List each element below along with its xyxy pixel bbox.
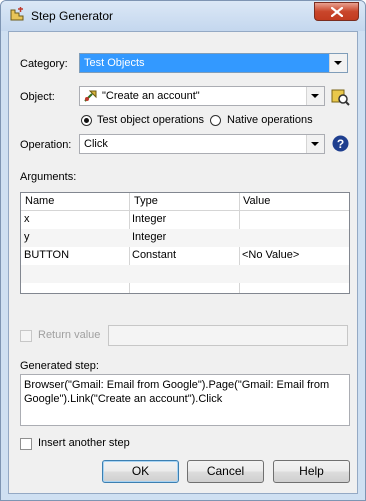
arguments-label: Arguments: bbox=[20, 171, 77, 183]
arg-value[interactable]: <No Value> bbox=[242, 249, 299, 261]
generated-step-field[interactable]: Browser("Gmail: Email from Google").Page… bbox=[20, 374, 350, 426]
arg-name: y bbox=[24, 231, 30, 243]
step-generator-icon bbox=[9, 7, 25, 23]
arg-name: BUTTON bbox=[24, 249, 70, 261]
title-bar[interactable]: Step Generator bbox=[1, 1, 365, 31]
native-operations-label[interactable]: Native operations bbox=[227, 114, 313, 126]
link-icon bbox=[83, 88, 99, 107]
object-value: "Create an account" bbox=[102, 90, 200, 102]
table-row[interactable]: y Integer bbox=[21, 229, 349, 247]
object-picker-icon bbox=[331, 89, 350, 106]
dialog-body: Category: Test Objects Object: "Create a… bbox=[8, 31, 358, 494]
cancel-button[interactable]: Cancel bbox=[187, 460, 264, 483]
column-header-name[interactable]: Name bbox=[25, 195, 54, 207]
generated-step-label: Generated step: bbox=[20, 360, 99, 372]
column-header-type[interactable]: Type bbox=[134, 195, 158, 207]
close-icon bbox=[331, 7, 343, 17]
table-row[interactable]: x Integer bbox=[21, 211, 349, 229]
help-icon: ? bbox=[332, 135, 349, 152]
table-header: Name Type Value bbox=[21, 193, 349, 211]
operation-value: Click bbox=[84, 138, 108, 150]
test-object-operations-label[interactable]: Test object operations bbox=[97, 114, 204, 126]
help-dialog-button[interactable]: Help bbox=[273, 460, 350, 483]
table-row[interactable]: BUTTON Constant <No Value> bbox=[21, 247, 349, 265]
window-title: Step Generator bbox=[31, 9, 114, 23]
generated-step-line: Google").Link("Create an account").Click bbox=[24, 393, 223, 405]
insert-another-step-checkbox[interactable] bbox=[20, 438, 32, 450]
arguments-table[interactable]: Name Type Value x Integer y Integer BUTT… bbox=[20, 192, 350, 294]
object-label: Object: bbox=[20, 91, 55, 103]
object-dropdown[interactable]: "Create an account" bbox=[79, 86, 325, 106]
return-value-checkbox[interactable] bbox=[20, 330, 32, 342]
category-value: Test Objects bbox=[84, 57, 145, 69]
operation-dropdown[interactable]: Click bbox=[79, 134, 325, 154]
close-button[interactable] bbox=[314, 2, 359, 21]
operation-label: Operation: bbox=[20, 139, 72, 151]
help-button[interactable]: ? bbox=[332, 135, 349, 152]
table-row[interactable] bbox=[21, 265, 349, 283]
category-label: Category: bbox=[20, 58, 68, 70]
svg-text:?: ? bbox=[337, 137, 344, 151]
arg-type: Integer bbox=[132, 231, 167, 243]
step-generator-dialog: Step Generator Category: Test Objects Ob… bbox=[0, 0, 366, 501]
arg-type: Integer bbox=[132, 213, 167, 225]
insert-another-step-label[interactable]: Insert another step bbox=[38, 437, 130, 449]
arg-type: Constant bbox=[132, 249, 177, 261]
ok-button[interactable]: OK bbox=[102, 460, 179, 483]
column-header-value[interactable]: Value bbox=[243, 195, 270, 207]
return-value-field[interactable] bbox=[108, 325, 348, 346]
test-object-operations-radio[interactable] bbox=[81, 115, 92, 126]
native-operations-radio[interactable] bbox=[210, 115, 221, 126]
chevron-down-icon[interactable] bbox=[329, 54, 347, 72]
arg-name: x bbox=[24, 213, 30, 225]
generated-step-line: Browser("Gmail: Email from Google").Page… bbox=[24, 379, 330, 391]
category-dropdown[interactable]: Test Objects bbox=[79, 53, 348, 73]
object-picker-button[interactable] bbox=[330, 87, 350, 106]
return-value-label: Return value bbox=[38, 329, 101, 341]
chevron-down-icon[interactable] bbox=[306, 135, 324, 153]
chevron-down-icon[interactable] bbox=[306, 87, 324, 105]
